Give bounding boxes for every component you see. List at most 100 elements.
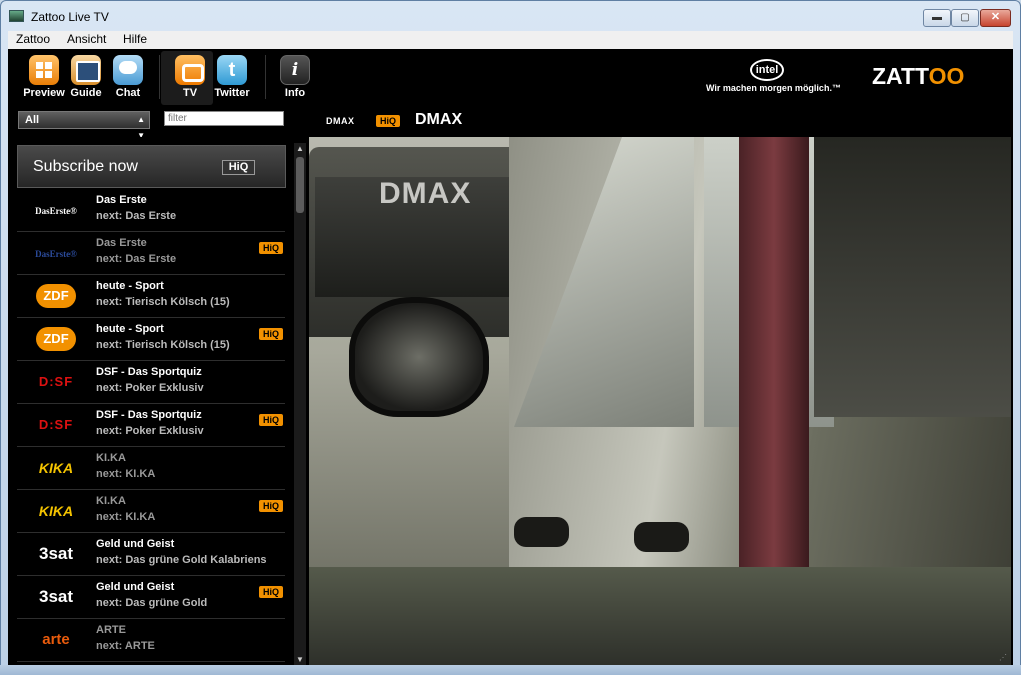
channel-program: Das Erste bbox=[96, 194, 147, 206]
zattoo-logo: ZATTOO bbox=[872, 63, 964, 90]
channel-logo-text: arte bbox=[42, 631, 70, 648]
channel-next-program: next: Poker Exklusiv bbox=[96, 425, 204, 437]
channel-row[interactable]: DasErste® Das Erste next: Das Erste HiQ bbox=[17, 232, 285, 275]
now-playing-channel-logo: DMAX bbox=[326, 116, 355, 126]
channel-row[interactable]: KIKA KI.KA next: KI.KA HiQ bbox=[17, 490, 285, 533]
channel-next-program: next: Tierisch Kölsch (15) bbox=[96, 296, 230, 308]
zattoo-logo-text: ZATT bbox=[872, 63, 929, 89]
channel-next-program: next: KI.KA bbox=[96, 468, 156, 480]
preview-grid-icon bbox=[29, 55, 59, 85]
channel-list-scrollbar[interactable]: ▲ ▼ bbox=[294, 143, 306, 666]
channel-next-program: next: Das Erste bbox=[96, 253, 177, 265]
guide-calendar-icon bbox=[71, 55, 101, 85]
channel-list: DasErste® Das Erste next: Das Erste DasE… bbox=[17, 189, 285, 662]
channel-next-program: next: ARTE bbox=[96, 640, 155, 652]
intel-slogan: Wir machen morgen möglich.™ bbox=[706, 83, 841, 93]
twitter-icon: t bbox=[217, 55, 247, 85]
channel-program: KI.KA bbox=[96, 495, 126, 507]
channel-logo-text: D:SF bbox=[38, 374, 74, 389]
channel-logo-text: DasErste® bbox=[35, 206, 77, 216]
video-car-rear-window bbox=[814, 137, 1011, 417]
channel-next-program: next: Tierisch Kölsch (15) bbox=[96, 339, 230, 351]
resize-grip-icon[interactable]: ⋰ bbox=[999, 653, 1009, 663]
subscribe-label: Subscribe now bbox=[33, 158, 138, 175]
video-player[interactable]: DMAX ⋰ bbox=[309, 137, 1011, 665]
filter-bar: All ▲ ▼ bbox=[8, 107, 1013, 140]
channel-row[interactable]: ZDF heute - Sport next: Tierisch Kölsch … bbox=[17, 318, 285, 361]
intel-logo[interactable]: intel bbox=[750, 59, 784, 81]
channel-logo-text: KIKA bbox=[38, 460, 74, 476]
app-icon bbox=[9, 10, 24, 22]
client-area: Preview Guide Chat TV t Twitter i Info i… bbox=[8, 49, 1013, 666]
channel-logo-text: KIKA bbox=[38, 503, 74, 519]
channel-row[interactable]: 3sat Geld und Geist next: Das grüne Gold… bbox=[17, 533, 285, 576]
filter-input[interactable] bbox=[164, 111, 284, 126]
info-label: Info bbox=[284, 87, 306, 99]
hiq-badge: HiQ bbox=[258, 586, 283, 598]
channel-logo-kika: KIKA bbox=[17, 447, 95, 489]
info-icon: i bbox=[280, 55, 310, 85]
info-button[interactable]: i Info bbox=[269, 55, 321, 101]
scroll-up-arrow-icon[interactable]: ▲ bbox=[294, 143, 306, 155]
minimize-button[interactable]: ▬ bbox=[923, 9, 951, 27]
channel-logo-text: 3sat bbox=[38, 587, 74, 606]
twitter-button[interactable]: t Twitter bbox=[206, 55, 258, 101]
chat-label: Chat bbox=[115, 87, 141, 99]
channel-program: Das Erste bbox=[96, 237, 147, 249]
channel-row[interactable]: DasErste® Das Erste next: Das Erste bbox=[17, 189, 285, 232]
channel-row[interactable]: arte ARTE next: ARTE bbox=[17, 619, 285, 662]
menu-ansicht[interactable]: Ansicht bbox=[67, 32, 106, 46]
hiq-badge: HiQ bbox=[258, 328, 283, 340]
category-select[interactable]: All ▲ ▼ bbox=[18, 111, 150, 140]
video-car-lower bbox=[309, 567, 1011, 665]
zattoo-logo-oo: OO bbox=[928, 63, 965, 89]
maximize-button[interactable]: ▢ bbox=[951, 9, 979, 27]
twitter-label: Twitter bbox=[214, 87, 250, 99]
channel-logo-text: 3sat bbox=[38, 544, 74, 563]
channel-row[interactable]: 3sat Geld und Geist next: Das grüne Gold… bbox=[17, 576, 285, 619]
toolbar-divider bbox=[265, 55, 266, 99]
channel-logo-daserste: DasErste® bbox=[17, 189, 95, 231]
scroll-thumb[interactable] bbox=[296, 157, 304, 213]
app-window: Zattoo Live TV ▬ ▢ ✕ Zattoo Ansicht Hilf… bbox=[0, 0, 1021, 675]
tv-icon bbox=[175, 55, 205, 85]
channel-logo-daserste: DasErste® bbox=[17, 232, 95, 274]
menu-zattoo[interactable]: Zattoo bbox=[16, 32, 50, 46]
channel-row[interactable]: D:SF DSF - Das Sportquiz next: Poker Exk… bbox=[17, 404, 285, 447]
window-title: Zattoo Live TV bbox=[31, 10, 109, 24]
channel-logo-kika: KIKA bbox=[17, 490, 95, 532]
now-playing-hiq-badge: HiQ bbox=[376, 115, 401, 127]
channel-logo-text: ZDF bbox=[36, 284, 76, 308]
channel-logo-dsf: D:SF bbox=[17, 404, 95, 446]
title-bar[interactable]: Zattoo Live TV ▬ ▢ ✕ bbox=[1, 1, 1020, 31]
desktop-strip bbox=[0, 665, 1021, 675]
video-door-handle bbox=[634, 522, 689, 552]
hiq-badge: HiQ bbox=[258, 414, 283, 426]
channel-program: DSF - Das Sportquiz bbox=[96, 366, 202, 378]
channel-row[interactable]: ZDF heute - Sport next: Tierisch Kölsch … bbox=[17, 275, 285, 318]
channel-next-program: next: Das grüne Gold bbox=[96, 597, 208, 609]
channel-logo-zdf: ZDF bbox=[17, 318, 95, 360]
channel-row[interactable]: D:SF DSF - Das Sportquiz next: Poker Exk… bbox=[17, 361, 285, 404]
channel-logo-dsf: D:SF bbox=[17, 361, 95, 403]
video-overlay-text: DMAX bbox=[379, 177, 472, 210]
hiq-badge: HiQ bbox=[258, 242, 283, 254]
channel-program: heute - Sport bbox=[96, 280, 164, 292]
menu-hilfe[interactable]: Hilfe bbox=[123, 32, 147, 46]
channel-program: ARTE bbox=[96, 624, 126, 636]
chat-bubble-icon bbox=[113, 55, 143, 85]
video-door-handle bbox=[514, 517, 569, 547]
chat-button[interactable]: Chat bbox=[102, 55, 154, 101]
hiq-badge: HiQ bbox=[258, 500, 283, 512]
subscribe-button[interactable]: Subscribe now HiQ bbox=[17, 145, 286, 188]
channel-logo-arte: arte bbox=[17, 619, 95, 661]
channel-next-program: next: Poker Exklusiv bbox=[96, 382, 204, 394]
channel-logo-text: ZDF bbox=[36, 327, 76, 351]
channel-logo-zdf: ZDF bbox=[17, 275, 95, 317]
channel-program: heute - Sport bbox=[96, 323, 164, 335]
close-button[interactable]: ✕ bbox=[980, 9, 1011, 27]
channel-logo-text: DasErste® bbox=[35, 249, 77, 259]
channel-row[interactable]: KIKA KI.KA next: KI.KA bbox=[17, 447, 285, 490]
toolbar-divider bbox=[159, 55, 160, 99]
channel-logo-text: D:SF bbox=[38, 417, 74, 432]
